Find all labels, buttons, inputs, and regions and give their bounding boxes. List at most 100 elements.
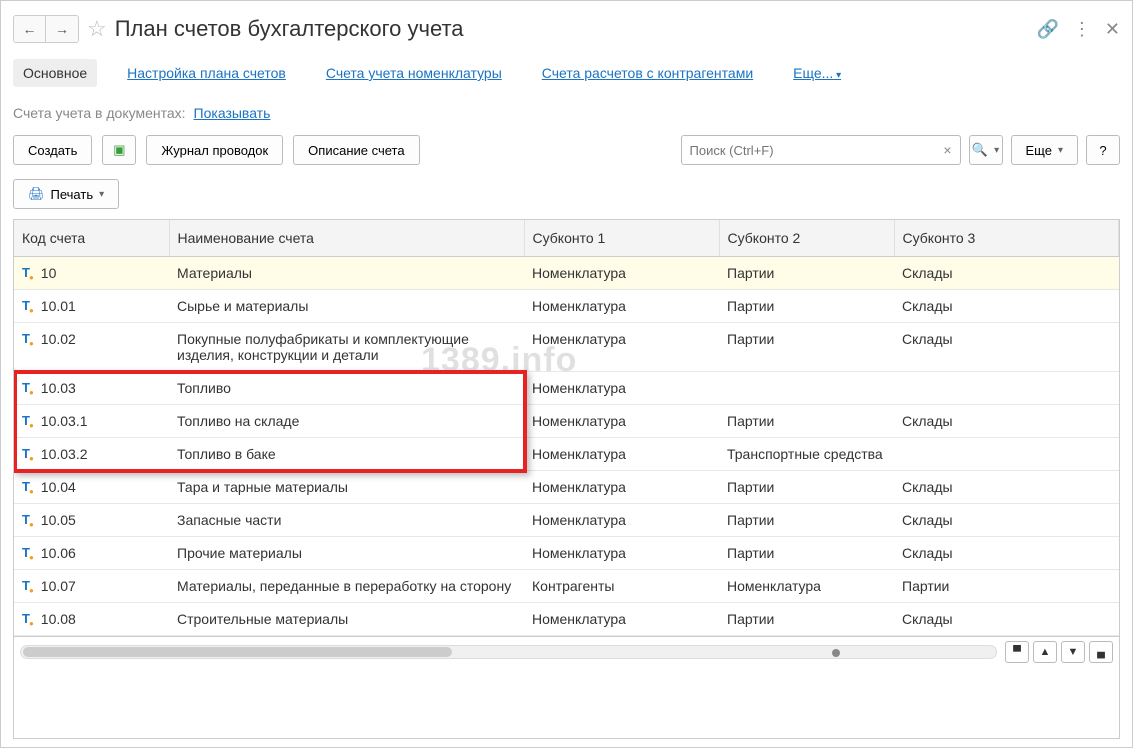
search-box: × [681,135,961,165]
cell-name: Топливо в баке [169,438,524,471]
col-subconto3[interactable]: Субконто 3 [894,220,1119,257]
close-icon[interactable]: ✕ [1105,19,1120,40]
account-type-icon: T [22,413,35,428]
cell-name: Топливо [169,372,524,405]
description-button[interactable]: Описание счета [293,135,419,165]
toolbar: Создать ▣ Журнал проводок Описание счета… [13,131,1120,175]
col-name[interactable]: Наименование счета [169,220,524,257]
account-type-icon: T [22,446,35,461]
cell-code: 10.03.1 [41,413,88,429]
help-button[interactable]: ? [1086,135,1120,165]
cell-subconto3: Партии [894,570,1119,603]
table-row[interactable]: T10.07Материалы, переданные в переработк… [14,570,1119,603]
cell-subconto1: Номенклатура [524,537,719,570]
cell-subconto1: Номенклатура [524,323,719,372]
scrollbar-thumb[interactable] [23,647,452,657]
cell-subconto3 [894,372,1119,405]
cell-code: 10 [41,265,57,281]
search-input[interactable] [690,143,944,158]
docs-accounts-label: Счета учета в документах: [13,105,186,121]
cell-subconto1: Номенклатура [524,372,719,405]
print-row: 🖨 Печать [13,175,1120,219]
printer-icon: 🖨 [28,186,45,202]
tab-plan-settings[interactable]: Настройка плана счетов [117,59,296,87]
cell-name: Строительные материалы [169,603,524,636]
cell-name: Сырье и материалы [169,290,524,323]
tab-main[interactable]: Основное [13,59,97,87]
main-window: 1389.info ← → ☆ План счетов бухгалтерско… [0,0,1133,748]
account-type-icon: T [22,479,35,494]
cell-code: 10.08 [41,611,76,627]
cell-subconto2: Транспортные средства [719,438,894,471]
tab-more[interactable]: Еще... [783,59,851,87]
table-row[interactable]: T10.03.1Топливо на складеНоменклатураПар… [14,405,1119,438]
page-title: План счетов бухгалтерского учета [115,16,1029,42]
account-type-icon: T [22,545,35,560]
scroll-up-button[interactable]: ▲ [1033,641,1057,663]
search-options-button[interactable]: 🔍 [969,135,1003,165]
table-row[interactable]: T 10.08 Строительные материалыНоменклатура… [14,603,1119,636]
scrollbar-marker [832,649,840,657]
col-subconto2[interactable]: Субконто 2 [719,220,894,257]
scroll-top-button[interactable]: ▀ [1005,641,1029,663]
cell-subconto2: Партии [719,504,894,537]
table-row[interactable]: T10.02Покупные полуфабрикаты и комплекту… [14,323,1119,372]
cell-subconto1: Номенклатура [524,471,719,504]
cell-subconto2: Партии [719,323,894,372]
table-row[interactable]: T10.05Запасные частиНоменклатураПартииСк… [14,504,1119,537]
scroll-down-button[interactable]: ▼ [1061,641,1085,663]
table-row[interactable]: T 10.03.2 Топливо в бакеНоменклатураТрансп… [14,438,1119,471]
cell-code: 10.03.2 [41,446,88,462]
col-subconto1[interactable]: Субконто 1 [524,220,719,257]
print-label: Печать [51,187,94,202]
cell-subconto2: Партии [719,603,894,636]
cell-subconto2: Партии [719,405,894,438]
cell-subconto1: Номенклатура [524,603,719,636]
docs-accounts-link[interactable]: Показывать [194,105,271,121]
favorite-icon[interactable]: ☆ [87,16,107,42]
accounts-table-wrap: Код счета Наименование счета Субконто 1 … [13,219,1120,739]
cell-subconto1: Номенклатура [524,438,719,471]
cell-name: Материалы, переданные в переработку на с… [169,570,524,603]
search-wrap: × 🔍 Еще ? [681,135,1120,165]
horizontal-scrollbar[interactable] [20,645,997,659]
cell-subconto3: Склады [894,405,1119,438]
cell-subconto2: Номенклатура [719,570,894,603]
table-row[interactable]: T10.01Сырье и материалыНоменклатураПарти… [14,290,1119,323]
cell-subconto3: Склады [894,603,1119,636]
more-button[interactable]: Еще [1011,135,1078,165]
account-type-icon: T [22,611,35,626]
scroll-buttons: ▀ ▲ ▼ ▄ [1005,641,1113,663]
table-row[interactable]: T10.03ТопливоНоменклатура [14,372,1119,405]
account-type-icon: T [22,578,35,593]
col-code[interactable]: Код счета [14,220,169,257]
create-button[interactable]: Создать [13,135,92,165]
cell-subconto3: Склады [894,323,1119,372]
tab-accounts-nomenclature[interactable]: Счета учета номенклатуры [316,59,512,87]
scroll-bottom-button[interactable]: ▄ [1089,641,1113,663]
cell-subconto1: Номенклатура [524,257,719,290]
cell-code: 10.06 [41,545,76,561]
table-row[interactable]: T10.04Тара и тарные материалыНоменклатур… [14,471,1119,504]
cell-subconto3: Склады [894,290,1119,323]
table-row[interactable]: T10.06Прочие материалыНоменклатураПартии… [14,537,1119,570]
cell-subconto2: Партии [719,537,894,570]
forward-button[interactable]: → [46,16,78,42]
tab-bar: Основное Настройка плана счетов Счета уч… [13,55,1120,99]
cell-subconto3: Склады [894,471,1119,504]
account-type-icon: T [22,512,35,527]
cell-subconto3: Склады [894,504,1119,537]
cell-subconto2: Партии [719,471,894,504]
link-icon[interactable]: 🔗 [1036,19,1058,40]
copy-button[interactable]: ▣ [102,135,136,165]
back-button[interactable]: ← [14,16,46,42]
magnifier-icon: 🔍 [972,142,988,158]
kebab-menu-icon[interactable]: ⋮ [1073,19,1091,40]
search-clear-icon[interactable]: × [943,142,951,158]
cell-subconto3 [894,438,1119,471]
table-row[interactable]: T10МатериалыНоменклатураПартииСклады [14,257,1119,290]
journal-button[interactable]: Журнал проводок [146,135,283,165]
tab-accounts-contractors[interactable]: Счета расчетов с контрагентами [532,59,763,87]
print-button[interactable]: 🖨 Печать [13,179,119,209]
cell-subconto2: Партии [719,290,894,323]
